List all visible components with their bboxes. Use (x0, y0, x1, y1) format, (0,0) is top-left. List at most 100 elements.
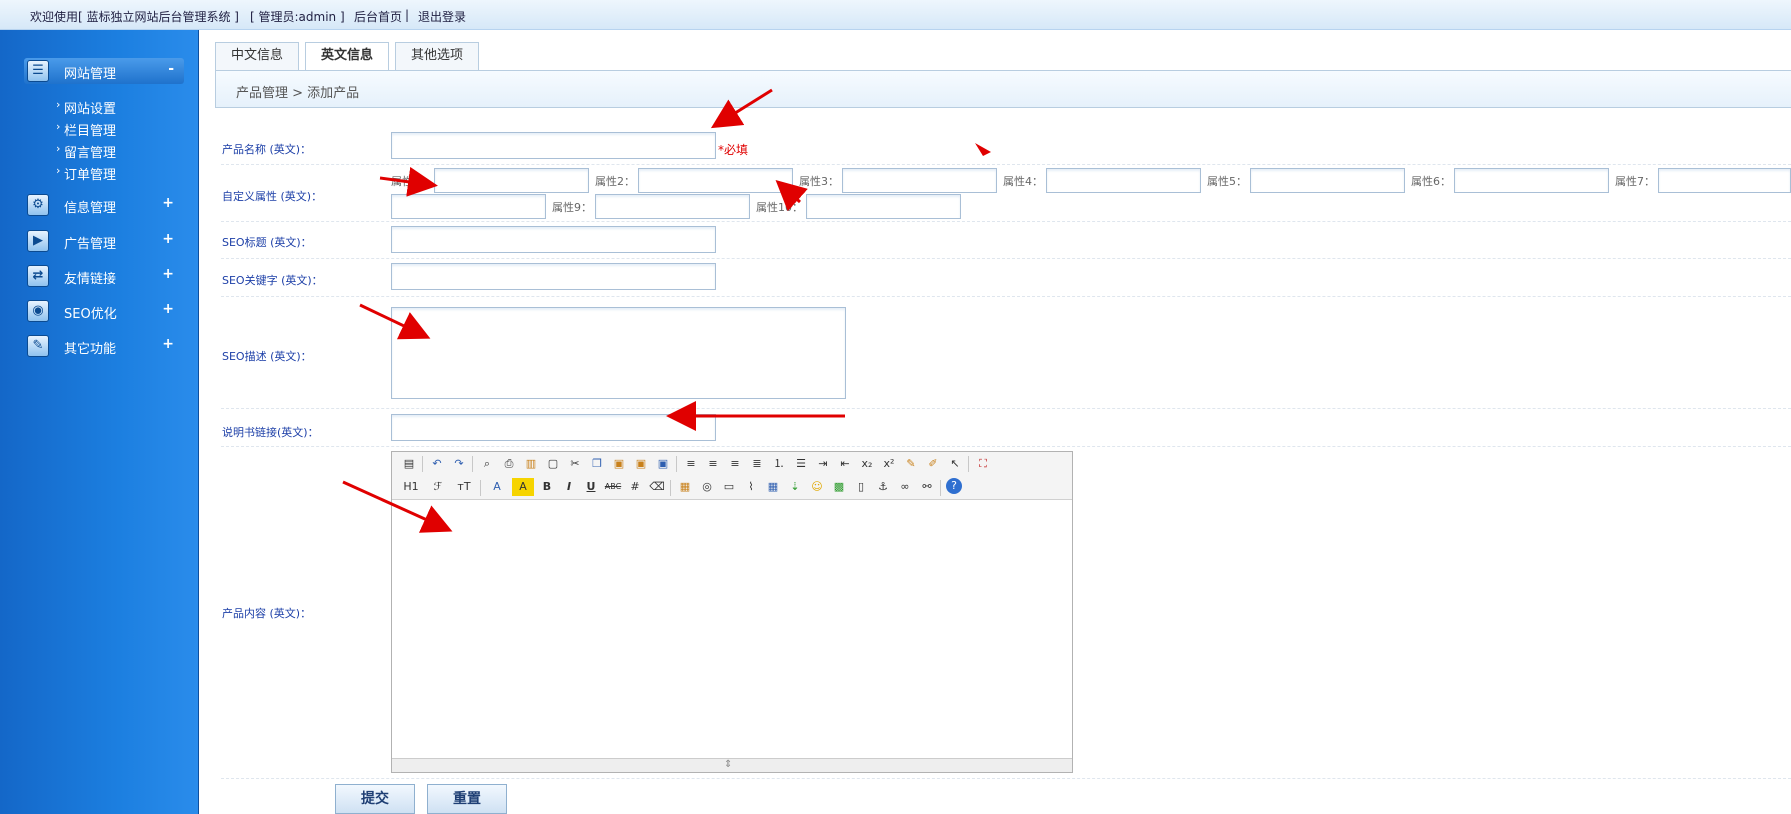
ordered-list-icon[interactable]: ⒈ (770, 455, 788, 473)
table-grid-icon[interactable]: # (626, 478, 644, 496)
seo-keywords-label: SEO关键字 (英文)： (222, 274, 323, 287)
sidebar: ☰ 网站管理 - 网站设置 栏目管理 留言管理 订单管理 ⚙ 信息管理 + ▶ … (0, 30, 199, 814)
resize-handle-icon[interactable]: ⇕ (724, 759, 732, 770)
text-color-icon[interactable]: A (486, 478, 508, 496)
table-icon[interactable]: ▦ (764, 478, 782, 496)
paste-icon[interactable]: ▣ (610, 455, 628, 473)
select-all-icon[interactable]: ✐ (924, 455, 942, 473)
reset-button[interactable]: 重置 (427, 784, 507, 814)
fullscreen-icon[interactable]: ⛶ (974, 455, 992, 473)
menu-friend-links[interactable]: ⇄ 友情链接 + (24, 263, 184, 289)
seo-keywords-input[interactable] (391, 263, 716, 290)
page-break-icon[interactable]: ▯ (852, 478, 870, 496)
tab-other-options[interactable]: 其他选项 (395, 42, 479, 70)
map-icon[interactable]: ▩ (830, 478, 848, 496)
manual-link-input[interactable] (391, 414, 716, 441)
expand-icon[interactable]: + (162, 231, 174, 247)
expand-icon[interactable]: + (162, 301, 174, 317)
home-link[interactable]: 后台首页 (354, 8, 402, 25)
heading-icon[interactable]: H1 (398, 478, 424, 496)
justify-icon[interactable]: ≣ (748, 455, 766, 473)
attr2-input[interactable] (638, 168, 793, 193)
gear-icon: ⚙ (27, 194, 49, 216)
menu-info-management[interactable]: ⚙ 信息管理 + (24, 192, 184, 218)
product-name-input[interactable] (391, 132, 716, 159)
italic-icon[interactable]: I (560, 478, 578, 496)
preview-icon[interactable]: ⌕ (478, 455, 496, 473)
paste-word-icon[interactable]: ▣ (654, 455, 672, 473)
source-icon[interactable]: ▤ (400, 455, 418, 473)
seo-description-textarea[interactable] (391, 307, 846, 399)
align-center-icon[interactable]: ≡ (704, 455, 722, 473)
help-icon[interactable]: ? (946, 478, 962, 494)
subitem-site-settings[interactable]: 网站设置 (56, 98, 116, 117)
attr10-input[interactable] (806, 194, 961, 219)
subscript-icon[interactable]: x₂ (858, 455, 876, 473)
highlight-color-icon[interactable]: A (512, 478, 534, 496)
template-icon[interactable]: ▥ (522, 455, 540, 473)
menu-seo[interactable]: ◉ SEO优化 + (24, 298, 184, 324)
collapse-icon[interactable]: - (168, 61, 174, 77)
font-family-icon[interactable]: ℱ (426, 478, 450, 496)
rich-text-editor[interactable]: ▤ ↶ ↷ ⌕ ⎙ ▥ ▢ ✂ ❐ ▣ ▣ ▣ ≡ ≡ ≡ ≣ ⒈ ☰ ⇥ ⇤ … (391, 451, 1073, 773)
menu-website-management[interactable]: ☰ 网站管理 - (24, 58, 184, 84)
attr4-input[interactable] (1046, 168, 1201, 193)
menu-other-functions[interactable]: ✎ 其它功能 + (24, 333, 184, 359)
attr9-input[interactable] (595, 194, 750, 219)
eraser-icon[interactable]: ⌫ (648, 478, 666, 496)
attachment-icon[interactable]: ⌇ (742, 478, 760, 496)
image-icon[interactable]: ▦ (676, 478, 694, 496)
attr3-input[interactable] (842, 168, 997, 193)
expand-icon[interactable]: + (162, 266, 174, 282)
expand-icon[interactable]: + (162, 195, 174, 211)
editor-resize-bar[interactable]: ⇕ (392, 758, 1072, 772)
print-icon[interactable]: ⎙ (500, 455, 518, 473)
attr6-input[interactable] (1454, 168, 1609, 193)
underline-icon[interactable]: U (582, 478, 600, 496)
superscript-icon[interactable]: x² (880, 455, 898, 473)
align-left-icon[interactable]: ≡ (682, 455, 700, 473)
flash-icon[interactable]: ◎ (698, 478, 716, 496)
horizontal-rule-icon[interactable]: ⇣ (786, 478, 804, 496)
subitem-order-management[interactable]: 订单管理 (56, 164, 116, 183)
attr7-input[interactable] (1658, 168, 1791, 193)
row-divider (221, 408, 1791, 409)
undo-icon[interactable]: ↶ (428, 455, 446, 473)
link-icon[interactable]: ∞ (896, 478, 914, 496)
seo-title-input[interactable] (391, 226, 716, 253)
logout-link[interactable]: 退出登录 (418, 8, 466, 25)
unordered-list-icon[interactable]: ☰ (792, 455, 810, 473)
redo-icon[interactable]: ↷ (450, 455, 468, 473)
toolbar-separator (940, 480, 941, 496)
link-arrows-icon: ⇄ (27, 265, 49, 287)
subitem-column-management[interactable]: 栏目管理 (56, 120, 116, 139)
submit-button[interactable]: 提交 (335, 784, 415, 814)
attr8-input[interactable] (391, 194, 546, 219)
paste-text-icon[interactable]: ▣ (632, 455, 650, 473)
font-size-icon[interactable]: тT (452, 478, 476, 496)
pointer-icon[interactable]: ↖ (946, 455, 964, 473)
unlink-icon[interactable]: ⚯ (918, 478, 936, 496)
clear-format-icon[interactable]: ✎ (902, 455, 920, 473)
indent-icon[interactable]: ⇥ (814, 455, 832, 473)
copy-icon[interactable]: ❐ (588, 455, 606, 473)
anchor-icon[interactable]: ⚓ (874, 478, 892, 496)
align-right-icon[interactable]: ≡ (726, 455, 744, 473)
code-icon[interactable]: ▢ (544, 455, 562, 473)
tab-chinese-info[interactable]: 中文信息 (215, 42, 299, 70)
bold-icon[interactable]: B (538, 478, 556, 496)
attr1-input[interactable] (434, 168, 589, 193)
emoticon-icon[interactable]: ☺ (808, 478, 826, 496)
editor-content-area[interactable] (392, 501, 1072, 759)
expand-icon[interactable]: + (162, 336, 174, 352)
menu-ad-management[interactable]: ▶ 广告管理 + (24, 228, 184, 254)
media-icon[interactable]: ▭ (720, 478, 738, 496)
cut-icon[interactable]: ✂ (566, 455, 584, 473)
row-divider (221, 778, 1791, 779)
strikethrough-icon[interactable]: ABC (604, 478, 622, 496)
menu-label: 网站管理 (64, 67, 117, 82)
outdent-icon[interactable]: ⇤ (836, 455, 854, 473)
attr5-input[interactable] (1250, 168, 1405, 193)
subitem-message-management[interactable]: 留言管理 (56, 142, 116, 161)
tab-english-info[interactable]: 英文信息 (305, 42, 389, 71)
